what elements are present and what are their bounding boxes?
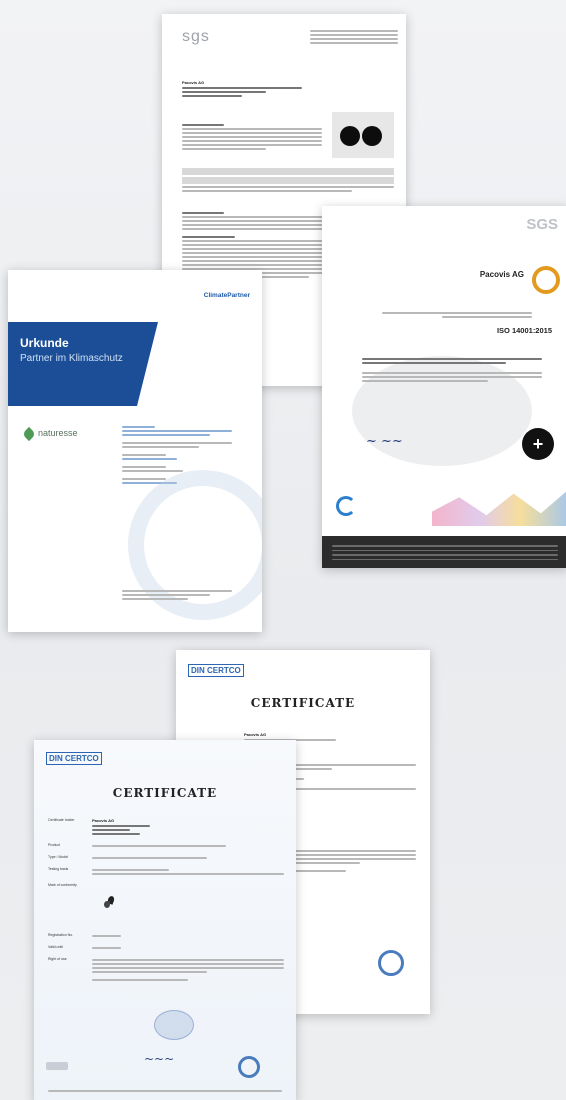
certificate-fields: Certificate holder Pacovis AG Product Ty… xyxy=(48,818,284,989)
feathers-decoration xyxy=(432,490,566,526)
iso-standard: ISO 14001:2015 xyxy=(496,326,552,335)
certificate-lines xyxy=(276,762,416,874)
accreditation-plus-icon: + xyxy=(522,428,554,460)
field-label: Registration No. xyxy=(48,933,74,937)
din-seal-icon xyxy=(238,1056,260,1078)
sample-photo xyxy=(332,112,394,158)
din-seal-icon xyxy=(378,950,404,976)
certificate-title: CERTIFICATE xyxy=(250,696,356,710)
field-row: Mark of conformity xyxy=(48,883,284,927)
signature-image: ~~~ xyxy=(144,1052,175,1066)
leaf-icon xyxy=(21,426,37,441)
urkunde-banner: Urkunde Partner im Klimaschutz xyxy=(8,322,158,406)
iso-scope-text xyxy=(362,356,542,384)
field-row: Type / Model xyxy=(48,855,284,861)
urkunde-footer xyxy=(122,588,232,602)
climatepartner-logo: ClimatePartner xyxy=(203,292,250,299)
field-row: Testing basis xyxy=(48,867,284,877)
din-certificate-front: DIN CERTCO CERTIFICATE Certificate holde… xyxy=(34,740,296,1100)
field-label: Certificate holder xyxy=(48,818,75,822)
field-row: Right of use xyxy=(48,957,284,983)
field-label: Right of use xyxy=(48,957,67,961)
holder-name: Pacovis AG xyxy=(244,732,267,737)
field-row: Registration No. xyxy=(48,933,284,939)
urkunde-title: Urkunde xyxy=(20,336,69,350)
sgs-logo: sgs xyxy=(182,28,210,45)
results-table xyxy=(182,168,394,194)
report-meta xyxy=(182,122,322,152)
naturesse-logo: naturesse xyxy=(21,426,78,441)
sgs-mark-logo: SGS xyxy=(526,216,558,233)
recipient-address: Pacovis AG xyxy=(182,80,302,99)
field-row: Certificate holder Pacovis AG xyxy=(48,818,284,837)
certificate-footer xyxy=(48,1088,282,1094)
field-label: Product xyxy=(48,843,61,847)
din-certco-logo: DIN CERTCO xyxy=(46,752,102,765)
iso-footer xyxy=(322,536,566,568)
field-label: Type / Model xyxy=(48,855,69,859)
swoosh-icon xyxy=(336,496,356,516)
recipient-company: Pacovis AG xyxy=(182,80,205,85)
holder-name: Pacovis AG xyxy=(92,818,115,823)
climatepartner-certificate: ClimatePartner Urkunde Partner im Klimas… xyxy=(8,270,262,632)
seedling-mark-icon xyxy=(104,895,116,912)
sgs-color-band xyxy=(322,490,566,530)
iso-text-lines xyxy=(382,310,532,320)
signature-image: ~ ~~ xyxy=(366,434,403,449)
field-row: Product xyxy=(48,843,284,849)
din-certco-logo: DIN CERTCO xyxy=(188,664,244,677)
field-label: Valid until xyxy=(48,945,63,949)
report-header-meta xyxy=(310,28,398,46)
stamp-icon xyxy=(154,1010,194,1040)
field-label: Testing basis xyxy=(48,867,69,871)
sgs-orange-seal-icon xyxy=(532,266,560,294)
naturesse-label: naturesse xyxy=(38,428,78,438)
urkunde-subtitle: Partner im Klimaschutz xyxy=(20,353,123,364)
sgs-iso-certificate: SGS Pacovis AG ISO 14001:2015 ~ ~~ + xyxy=(322,206,566,568)
field-row: Valid until xyxy=(48,945,284,951)
bottom-left-logo xyxy=(46,1062,68,1070)
iso-company: Pacovis AG xyxy=(479,270,524,279)
certificate-title: CERTIFICATE xyxy=(112,786,218,800)
field-label: Mark of conformity xyxy=(48,883,77,887)
